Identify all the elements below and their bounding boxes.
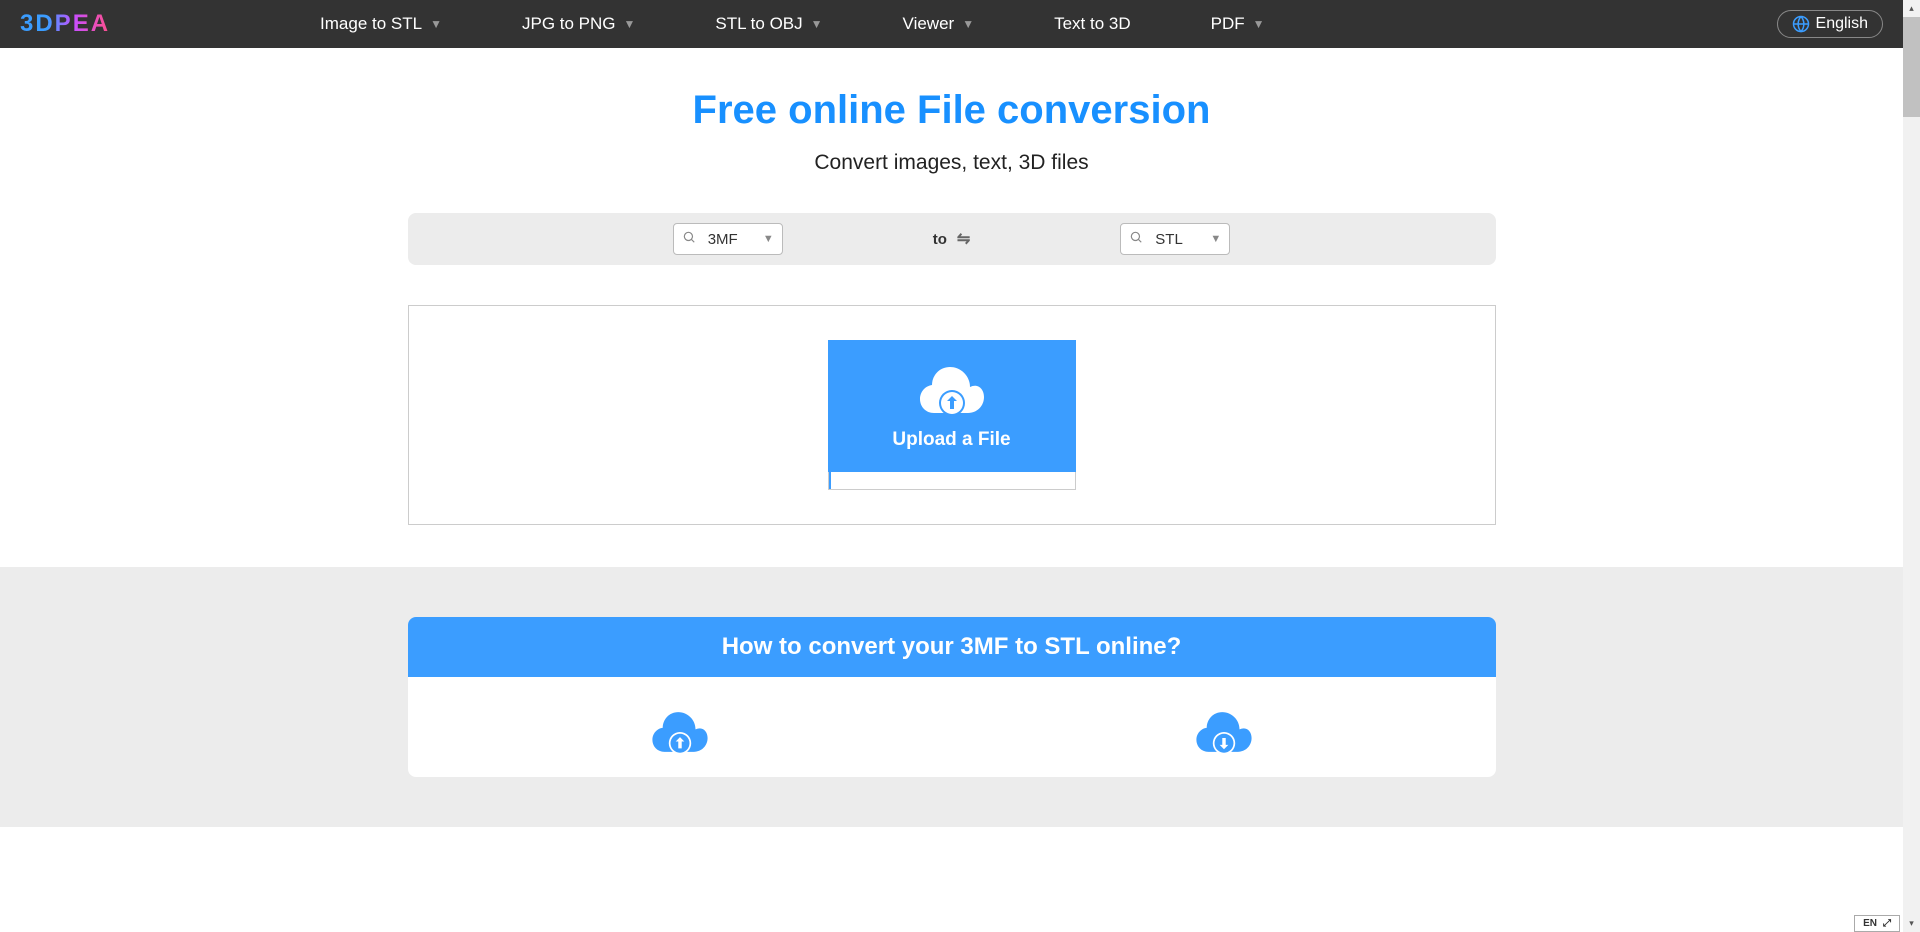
nav-label: STL to OBJ — [715, 14, 802, 34]
chevron-down-icon: ▼ — [624, 17, 636, 31]
to-format-select[interactable]: STL ▼ — [1120, 223, 1230, 255]
howto-section: How to convert your 3MF to STL online? — [0, 567, 1903, 827]
language-selector[interactable]: English — [1777, 10, 1883, 38]
upload-dropzone[interactable]: Upload a File — [408, 305, 1496, 525]
chevron-down-icon: ▼ — [763, 233, 774, 245]
nav-label: Text to 3D — [1054, 14, 1131, 34]
nav-pdf[interactable]: PDF ▼ — [1211, 14, 1265, 34]
nav-viewer[interactable]: Viewer ▼ — [903, 14, 975, 34]
search-icon — [682, 230, 696, 249]
ime-badge[interactable]: EN ⤢ — [1854, 915, 1900, 932]
nav-stl-to-obj[interactable]: STL to OBJ ▼ — [715, 14, 822, 34]
main-nav: Image to STL ▼ JPG to PNG ▼ STL to OBJ ▼… — [320, 14, 1264, 34]
ime-label: EN — [1863, 918, 1877, 929]
to-format-value: STL — [1151, 231, 1202, 248]
search-icon — [1129, 230, 1143, 249]
howto-step-upload — [652, 707, 708, 757]
chevron-down-icon: ▼ — [962, 17, 974, 31]
scroll-down-arrow[interactable]: ▾ — [1903, 915, 1920, 932]
header: 3DPEA Image to STL ▼ JPG to PNG ▼ STL to… — [0, 0, 1903, 48]
howto-title: How to convert your 3MF to STL online? — [408, 617, 1496, 677]
page-subtitle: Convert images, text, 3D files — [0, 151, 1903, 175]
nav-label: JPG to PNG — [522, 14, 616, 34]
swap-icon[interactable]: ⇋ — [957, 229, 970, 249]
logo[interactable]: 3DPEA — [20, 10, 110, 38]
from-format-select[interactable]: 3MF ▼ — [673, 223, 783, 255]
nav-jpg-to-png[interactable]: JPG to PNG ▼ — [522, 14, 635, 34]
scrollbar-thumb[interactable] — [1903, 17, 1920, 117]
to-label-group: to ⇋ — [933, 229, 971, 249]
chevron-down-icon: ▼ — [1253, 17, 1265, 31]
expand-icon: ⤢ — [1883, 918, 1891, 929]
scrollbar[interactable]: ▴ ▾ — [1903, 0, 1920, 932]
from-format-value: 3MF — [704, 231, 755, 248]
upload-button[interactable]: Upload a File — [828, 340, 1076, 472]
globe-icon — [1792, 15, 1810, 33]
nav-label: PDF — [1211, 14, 1245, 34]
nav-text-to-3d[interactable]: Text to 3D — [1054, 14, 1131, 34]
upload-label: Upload a File — [892, 429, 1010, 451]
chevron-down-icon: ▼ — [1210, 233, 1221, 245]
upload-progress — [828, 472, 1076, 490]
chevron-down-icon: ▼ — [811, 17, 823, 31]
nav-label: Image to STL — [320, 14, 422, 34]
howto-step-download — [1196, 707, 1252, 757]
cloud-download-icon — [1196, 707, 1252, 757]
cloud-upload-icon — [920, 361, 984, 419]
to-label: to — [933, 231, 947, 248]
conversion-bar: 3MF ▼ to ⇋ STL ▼ — [408, 213, 1496, 265]
nav-label: Viewer — [903, 14, 955, 34]
language-label: English — [1816, 15, 1868, 33]
scroll-up-arrow[interactable]: ▴ — [1903, 0, 1920, 17]
cloud-upload-icon — [652, 707, 708, 757]
page-title: Free online File conversion — [0, 88, 1903, 133]
nav-image-to-stl[interactable]: Image to STL ▼ — [320, 14, 442, 34]
chevron-down-icon: ▼ — [430, 17, 442, 31]
